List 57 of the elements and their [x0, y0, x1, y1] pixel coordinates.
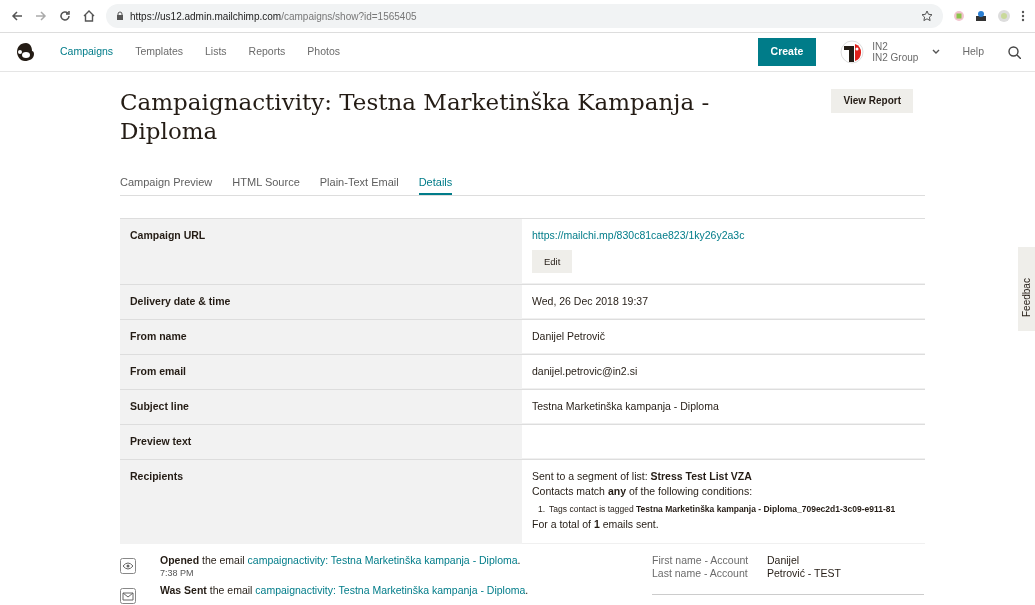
row-value: danijel.petrovic@in2.si: [532, 364, 638, 377]
tab[interactable]: Details: [418, 175, 453, 195]
row-label: From email: [130, 364, 187, 377]
activity-text: Was Sent the email campaignactivity: Testna Marketinška kampanja - Diploma.: [160, 583, 529, 597]
account-avatar-icon[interactable]: [840, 40, 865, 64]
row-label: Campaign URL: [130, 228, 206, 241]
campaign-url-link[interactable]: https://mailchi.mp/830c81cae823/1ky26y2a3c: [532, 228, 745, 241]
tab[interactable]: Campaign Preview: [120, 175, 213, 195]
activity-text: Opened the email campaignactivity: Testna Marketinška kampanja - Diploma.: [160, 553, 521, 567]
nav-link[interactable]: Reports: [248, 44, 286, 60]
monkey-logo-icon[interactable]: [14, 41, 36, 63]
field-value: Petrović - TEST: [767, 566, 841, 580]
url-text: https://us12.admin.mailchimp.com/campaigns/show?id=1565405: [130, 9, 418, 24]
tab[interactable]: Plain-Text Email: [319, 175, 399, 195]
account-name[interactable]: IN2: [872, 41, 919, 52]
segment-text: Sent to a segment of list: Stress Test List VZA: [532, 469, 753, 483]
row-label: Recipients: [130, 469, 184, 482]
nav-link[interactable]: Lists: [205, 44, 227, 60]
row-label: Subject line: [130, 399, 189, 412]
eye-icon: [120, 557, 136, 574]
menu-icon[interactable]: [1021, 10, 1025, 22]
lock-icon: [116, 11, 124, 21]
account-name[interactable]: IN2 Group: [872, 52, 919, 63]
field-label: Last name - Account: [652, 566, 749, 580]
page-title: Campaignactivity: Testna Marketinška Kampanja - Diploma: [120, 88, 711, 146]
total-text: For a total of 1 emails sent.: [532, 517, 660, 531]
condition-intro: Contacts match any of the following conditions:: [532, 484, 754, 498]
row-label: Preview text: [130, 434, 192, 447]
address-bar[interactable]: https://us12.admin.mailchimp.com/campaigns/show?id=1565405: [106, 4, 943, 28]
create-button[interactable]: Create: [757, 38, 817, 66]
field-label: First name - Account: [652, 553, 750, 567]
home-icon[interactable]: [82, 9, 96, 23]
field-value: Danijel: [767, 553, 800, 567]
help-link[interactable]: Help: [962, 44, 984, 60]
row-label: From name: [130, 329, 187, 342]
nav-link[interactable]: Campaigns: [60, 44, 114, 60]
nav-link[interactable]: Photos: [307, 44, 341, 60]
extension-icon[interactable]: [975, 10, 987, 22]
campaign-link[interactable]: campaignactivity: Testna Marketinška kampanja - Diploma: [247, 553, 518, 566]
activity-time: 7:38 PM: [160, 566, 195, 580]
envelope-icon: [120, 587, 136, 604]
tab[interactable]: HTML Source: [232, 175, 300, 195]
condition-number: 1.: [538, 502, 546, 516]
row-value: Danijel Petrovič: [532, 329, 605, 342]
star-icon[interactable]: [921, 10, 933, 22]
chevron-down-icon[interactable]: [932, 49, 941, 55]
back-icon[interactable]: [10, 9, 24, 23]
search-icon[interactable]: [1008, 45, 1021, 59]
nav-link[interactable]: Templates: [135, 44, 183, 60]
row-value: Testna Marketinška kampanja - Diploma: [532, 399, 719, 412]
feedback-tab[interactable]: Feedbac: [1018, 247, 1035, 331]
view-report-button[interactable]: View Report: [831, 89, 913, 113]
row-value: Wed, 26 Dec 2018 19:37: [532, 294, 648, 307]
edit-button[interactable]: Edit: [532, 249, 573, 273]
condition-text: Tags contact is tagged Testna Marketinška kampanja - Diploma_709ec2d1-3c09-e911-81: [549, 502, 896, 516]
row-label: Delivery date & time: [130, 294, 231, 307]
reload-icon[interactable]: [58, 9, 72, 23]
